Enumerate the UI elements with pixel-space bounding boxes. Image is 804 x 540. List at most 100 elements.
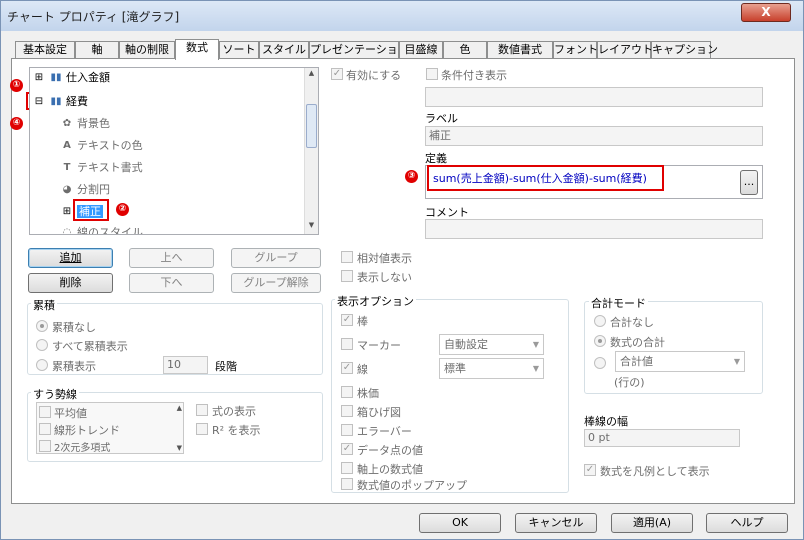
tree-label-purchase: 仕入金額 bbox=[66, 71, 110, 84]
tab-axis[interactable]: 軸 bbox=[75, 41, 119, 59]
trendline-list[interactable]: 平均値 線形トレンド 2次元多項式 ▲ ▼ bbox=[36, 402, 184, 454]
hide-check[interactable] bbox=[341, 270, 353, 282]
tree-item-linestyle[interactable]: ◌ 線のスタイル bbox=[60, 223, 143, 235]
enabled-label: 有効にする bbox=[346, 69, 402, 82]
total-combo-radio[interactable] bbox=[594, 357, 606, 369]
cumulative-none-radio[interactable] bbox=[36, 320, 48, 332]
definition-title: 定義 bbox=[425, 152, 447, 165]
tree-label-expense: 経費 bbox=[66, 95, 88, 108]
tree-label-textcolor: テキストの色 bbox=[77, 139, 143, 152]
total-expr-label: 数式の合計 bbox=[610, 336, 665, 349]
marker-check[interactable] bbox=[341, 338, 353, 350]
scroll-down-icon[interactable]: ▼ bbox=[306, 221, 317, 233]
tree-item-bgcolor[interactable]: ✿ 背景色 bbox=[60, 114, 110, 134]
tab-gridlines[interactable]: 目盛線 bbox=[399, 41, 443, 59]
relative-check[interactable] bbox=[341, 251, 353, 263]
cumulative-show-radio[interactable] bbox=[36, 359, 48, 371]
label-input[interactable]: 補正 bbox=[425, 126, 763, 146]
conditional-input[interactable] bbox=[425, 87, 763, 107]
tab-layout[interactable]: レイアウト bbox=[597, 41, 653, 59]
total-combo[interactable]: 合計値 ▼ bbox=[615, 351, 745, 372]
line-check[interactable]: ✓ bbox=[341, 362, 353, 374]
tab-caption[interactable]: キャプション bbox=[651, 41, 718, 59]
pie-icon: ◕ bbox=[62, 184, 72, 195]
tab-general[interactable]: 基本設定 bbox=[15, 41, 75, 59]
list-up-icon[interactable]: ▲ bbox=[177, 404, 182, 412]
tree-label-pie: 分割円 bbox=[77, 183, 110, 196]
values-check[interactable]: ✓ bbox=[341, 443, 353, 455]
trend-poly-check[interactable] bbox=[39, 440, 51, 452]
chevron-down-icon: ▼ bbox=[532, 340, 539, 349]
close-button[interactable]: X bbox=[741, 3, 791, 22]
tab-expressions[interactable]: 数式 bbox=[175, 39, 219, 60]
trend-average-label: 平均値 bbox=[54, 407, 87, 420]
cancel-button[interactable]: キャンセル bbox=[515, 513, 597, 533]
tree-scrollbar[interactable]: ▲ ▼ bbox=[304, 68, 318, 234]
tab-style[interactable]: スタイル bbox=[259, 41, 309, 59]
tab-colors[interactable]: 色 bbox=[443, 41, 487, 59]
tree-item-textcolor[interactable]: A テキストの色 bbox=[60, 136, 143, 156]
cumulative-all-radio[interactable] bbox=[36, 339, 48, 351]
comment-input[interactable] bbox=[425, 219, 763, 239]
tree-item-pie[interactable]: ◕ 分割円 bbox=[60, 180, 110, 200]
total-expr-radio[interactable] bbox=[594, 335, 606, 347]
marker-3: ③ bbox=[405, 170, 418, 183]
list-down-icon[interactable]: ▼ bbox=[177, 444, 182, 452]
tree-item-textformat[interactable]: T テキスト書式 bbox=[60, 158, 143, 178]
tab-axis-limits[interactable]: 軸の制限 bbox=[119, 41, 175, 59]
legend-check[interactable]: ✓ bbox=[584, 464, 596, 476]
highlight-definition bbox=[427, 165, 664, 191]
axis-values-check[interactable] bbox=[341, 462, 353, 474]
tab-number[interactable]: 数値書式 bbox=[487, 41, 553, 59]
line-style-icon: ◌ bbox=[62, 227, 72, 235]
steps-label: 段階 bbox=[215, 360, 237, 373]
show-formula-check[interactable] bbox=[196, 404, 208, 416]
enabled-check[interactable]: ✓ bbox=[331, 68, 343, 80]
linewidth-input[interactable]: 0 pt bbox=[584, 429, 740, 447]
group-button[interactable]: グループ bbox=[231, 248, 321, 268]
axis-values-label: 軸上の数式値 bbox=[357, 463, 423, 476]
down-button[interactable]: 下へ bbox=[129, 273, 214, 293]
values-label: データ点の値 bbox=[357, 444, 423, 457]
show-r2-check[interactable] bbox=[196, 423, 208, 435]
tree-item-expense[interactable]: ⊟ ▮▮ 経費 bbox=[32, 92, 88, 112]
text-color-icon: A bbox=[63, 140, 71, 151]
tab-sort[interactable]: ソート bbox=[219, 41, 259, 59]
collapse-icon[interactable]: ⊟ bbox=[32, 96, 46, 108]
trend-linear-check[interactable] bbox=[39, 423, 51, 435]
boxplot-check[interactable] bbox=[341, 405, 353, 417]
tree-item-purchase[interactable]: ⊞ ▮▮ 仕入金額 bbox=[32, 68, 110, 88]
marker-combo[interactable]: 自動設定 ▼ bbox=[439, 334, 544, 355]
show-r2-label: R² を表示 bbox=[212, 424, 261, 437]
trend-linear-label: 線形トレンド bbox=[54, 424, 120, 437]
up-button[interactable]: 上へ bbox=[129, 248, 214, 268]
tab-font[interactable]: フォント bbox=[553, 41, 598, 59]
tab-presentation[interactable]: プレゼンテーション bbox=[309, 41, 409, 59]
apply-button[interactable]: 適用(A) bbox=[611, 513, 693, 533]
window-title: チャート プロパティ [滝グラフ] bbox=[7, 10, 180, 24]
ok-button[interactable]: OK bbox=[419, 513, 501, 533]
help-button[interactable]: ヘルプ bbox=[706, 513, 788, 533]
line-combo[interactable]: 標準 ▼ bbox=[439, 358, 544, 379]
relative-label: 相対値表示 bbox=[357, 252, 412, 265]
scroll-up-icon[interactable]: ▲ bbox=[306, 69, 317, 81]
ungroup-button[interactable]: グループ解除 bbox=[231, 273, 321, 293]
conditional-label: 条件付き表示 bbox=[441, 69, 507, 82]
bar-chart-icon: ▮▮ bbox=[50, 96, 62, 107]
popup-check[interactable] bbox=[341, 478, 353, 490]
steps-input[interactable]: 10 bbox=[163, 356, 208, 374]
trend-average-check[interactable] bbox=[39, 406, 51, 418]
chevron-down-icon: ▼ bbox=[733, 357, 740, 366]
errorbar-check[interactable] bbox=[341, 424, 353, 436]
conditional-check[interactable] bbox=[426, 68, 438, 80]
add-button[interactable]: 追加 bbox=[28, 248, 113, 268]
total-none-radio[interactable] bbox=[594, 315, 606, 327]
candle-check[interactable] bbox=[341, 386, 353, 398]
scroll-thumb[interactable] bbox=[306, 104, 317, 148]
bar-check[interactable]: ✓ bbox=[341, 314, 353, 326]
line-combo-value: 標準 bbox=[444, 362, 466, 375]
expand-icon[interactable]: ⊞ bbox=[32, 72, 46, 84]
definition-edit-button[interactable]: ... bbox=[740, 170, 758, 195]
delete-button[interactable]: 削除 bbox=[28, 273, 113, 293]
offset-icon: ⊞ bbox=[62, 206, 72, 217]
